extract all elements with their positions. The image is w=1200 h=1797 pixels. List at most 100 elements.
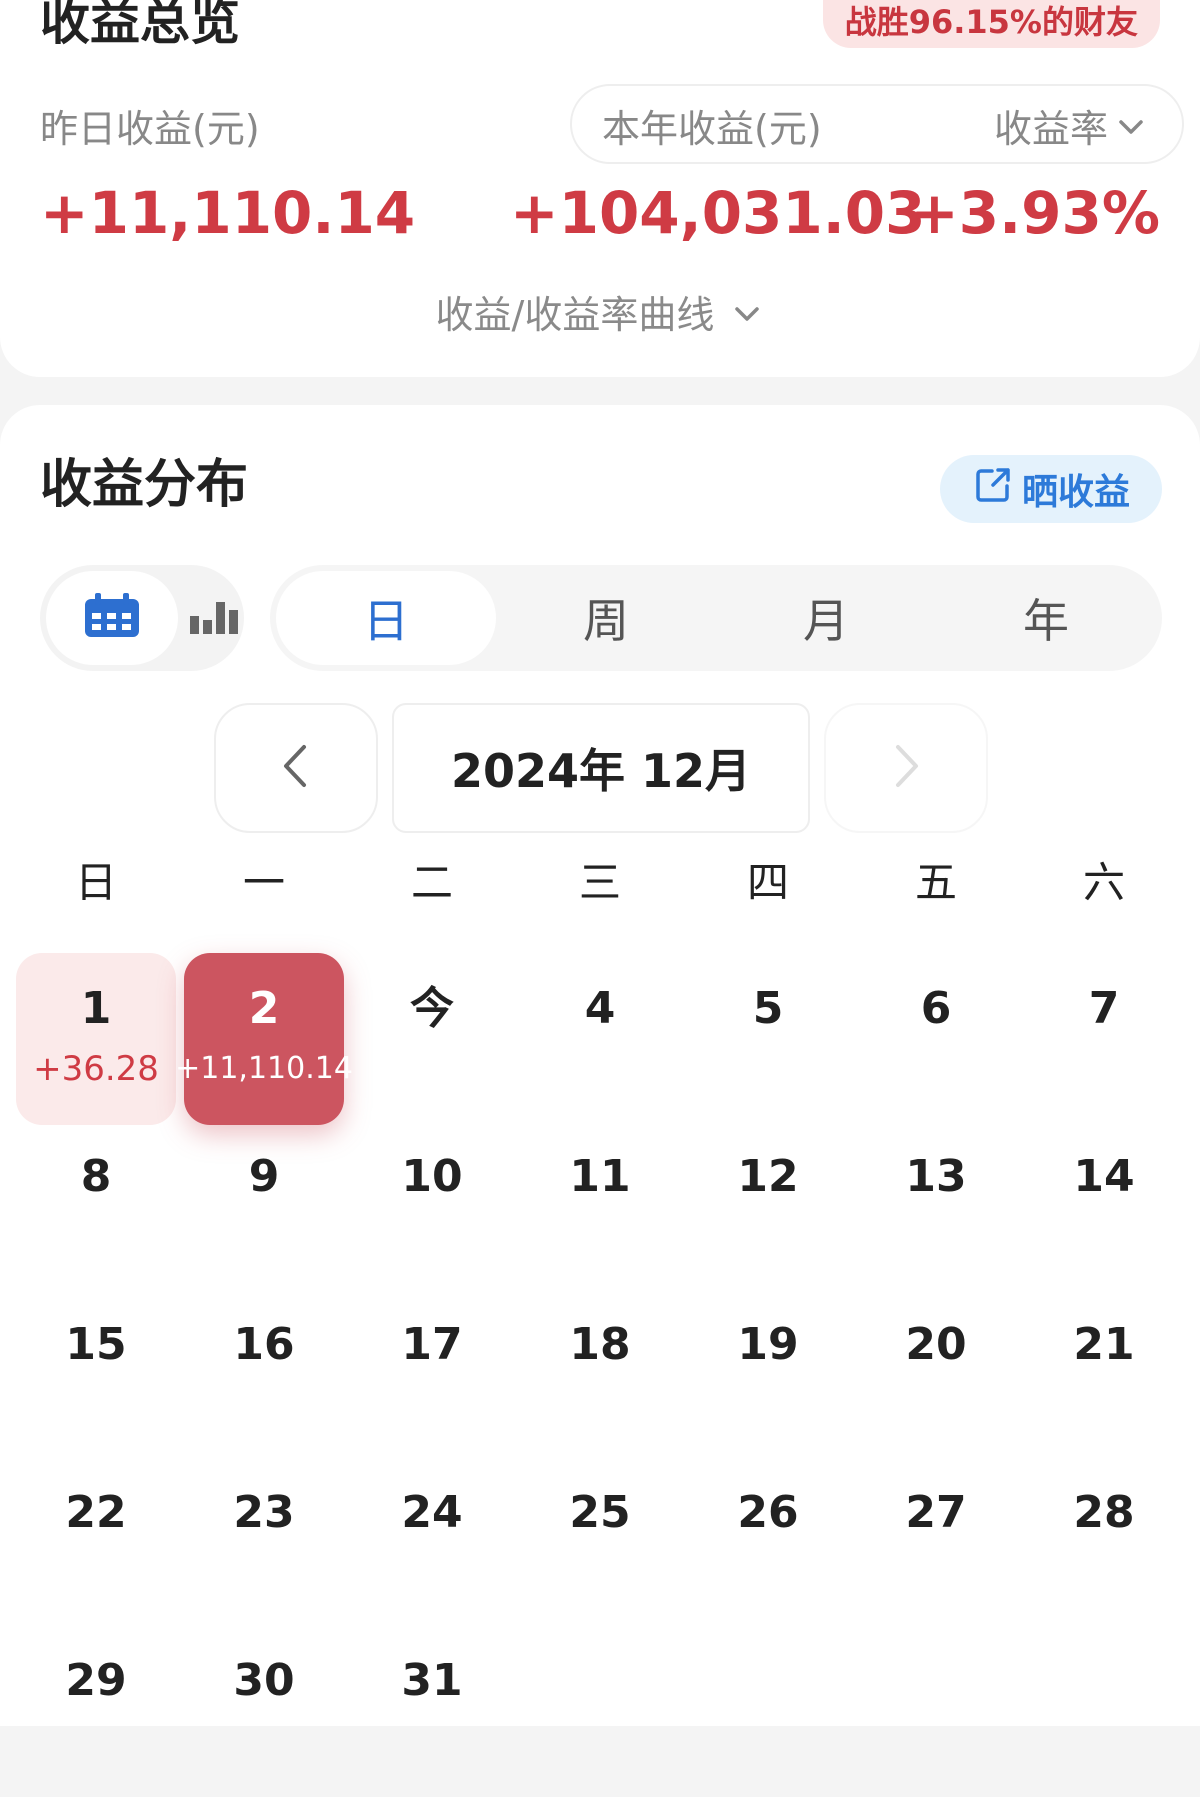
rate-label: 收益率 — [994, 107, 1109, 151]
day-number: 23 — [233, 1487, 295, 1538]
calendar-day[interactable]: 9 — [184, 1121, 344, 1293]
calendar-day[interactable]: 7 — [1024, 953, 1184, 1125]
calendar-day[interactable]: 29 — [16, 1625, 176, 1797]
view-toggle — [40, 565, 244, 671]
weekday-fri: 五 — [914, 858, 957, 907]
chart-view-button[interactable] — [190, 571, 240, 665]
calendar-day[interactable]: 13 — [856, 1121, 1016, 1293]
calendar-view-button[interactable] — [46, 571, 178, 665]
calendar-day[interactable]: 21 — [1024, 1289, 1184, 1461]
year-label: 本年收益(元) — [602, 107, 822, 151]
day-gain: +11,110.14 — [175, 1051, 353, 1086]
calendar-day[interactable]: 23 — [184, 1457, 344, 1629]
calendar-day[interactable]: 11 — [520, 1121, 680, 1293]
overview-card: 收益总览 战胜96.15%的财友 昨日收益(元) 本年收益(元) 收益率 +11… — [0, 0, 1200, 377]
day-number: 25 — [569, 1487, 631, 1538]
calendar-day[interactable]: 30 — [184, 1625, 344, 1797]
calendar-day-selected[interactable]: 2 +11,110.14 — [175, 953, 353, 1125]
overview-title: 收益总览 — [40, 0, 240, 51]
weekday-mon: 一 — [242, 858, 285, 907]
chevron-left-icon — [276, 741, 316, 795]
day-number: 19 — [737, 1319, 799, 1370]
share-label: 晒收益 — [1021, 472, 1130, 513]
calendar-day[interactable]: 27 — [856, 1457, 1016, 1629]
day-number: 8 — [80, 1151, 112, 1202]
calendar-day[interactable]: 12 — [688, 1121, 848, 1293]
day-number: 29 — [65, 1655, 127, 1706]
chevron-down-icon — [1114, 110, 1148, 148]
tab-day[interactable]: 日 — [276, 571, 496, 665]
day-number: 21 — [1073, 1319, 1135, 1370]
bar-chart-icon — [190, 598, 240, 638]
day-number: 15 — [65, 1319, 127, 1370]
day-number: 2 — [248, 983, 280, 1034]
day-number: 28 — [1073, 1487, 1135, 1538]
calendar-day[interactable]: 19 — [688, 1289, 848, 1461]
day-number: 5 — [752, 983, 784, 1034]
distribution-card: 收益分布 晒收益 日 周 月 年 2024年 12月 日 一 二 三 四 五 六… — [0, 405, 1200, 1726]
day-number: 17 — [401, 1319, 463, 1370]
day-number: 22 — [65, 1487, 127, 1538]
tab-month[interactable]: 月 — [716, 571, 936, 665]
weekday-tue: 二 — [410, 858, 453, 907]
calendar-icon — [83, 593, 141, 643]
period-tabs: 日 周 月 年 — [270, 565, 1162, 671]
day-number: 9 — [248, 1151, 280, 1202]
day-number: 24 — [401, 1487, 463, 1538]
weekday-sat: 六 — [1082, 858, 1125, 907]
calendar-day[interactable]: 5 — [688, 953, 848, 1125]
weekday-sun: 日 — [74, 858, 117, 907]
calendar-day[interactable]: 15 — [16, 1289, 176, 1461]
day-number: 12 — [737, 1151, 799, 1202]
curve-link-label: 收益/收益率曲线 — [435, 293, 715, 337]
calendar-day[interactable]: 25 — [520, 1457, 680, 1629]
day-number: 26 — [737, 1487, 799, 1538]
day-number: 13 — [905, 1151, 967, 1202]
day-number: 27 — [905, 1487, 967, 1538]
calendar-day[interactable]: 24 — [352, 1457, 512, 1629]
calendar-day[interactable]: 6 — [856, 953, 1016, 1125]
calendar-day[interactable]: 20 — [856, 1289, 1016, 1461]
calendar-day[interactable]: 1 +36.28 — [16, 953, 176, 1125]
day-number: 18 — [569, 1319, 631, 1370]
next-month-button[interactable] — [824, 703, 988, 833]
calendar-day[interactable]: 今 — [352, 953, 512, 1125]
beat-badge: 战胜96.15%的财友 — [822, 0, 1160, 48]
day-number: 30 — [233, 1655, 295, 1706]
year-value: +104,031.03 — [510, 179, 926, 247]
distribution-title: 收益分布 — [40, 455, 249, 515]
day-number: 11 — [569, 1151, 631, 1202]
calendar-day[interactable]: 4 — [520, 953, 680, 1125]
yesterday-label: 昨日收益(元) — [40, 107, 260, 151]
month-label[interactable]: 2024年 12月 — [392, 703, 810, 833]
calendar-day[interactable]: 8 — [16, 1121, 176, 1293]
day-number: 20 — [905, 1319, 967, 1370]
tab-week[interactable]: 周 — [496, 571, 716, 665]
chevron-right-icon — [886, 741, 926, 795]
yesterday-value: +11,110.14 — [40, 179, 416, 247]
calendar-day[interactable]: 28 — [1024, 1457, 1184, 1629]
day-number: 16 — [233, 1319, 295, 1370]
day-number: 4 — [584, 983, 616, 1034]
calendar-day[interactable]: 17 — [352, 1289, 512, 1461]
rate-value: +3.93% — [910, 179, 1160, 247]
share-button[interactable]: 晒收益 — [940, 455, 1162, 523]
tab-year[interactable]: 年 — [936, 571, 1156, 665]
calendar-day[interactable]: 26 — [688, 1457, 848, 1629]
calendar-day[interactable]: 22 — [16, 1457, 176, 1629]
calendar-day[interactable]: 16 — [184, 1289, 344, 1461]
prev-month-button[interactable] — [214, 703, 378, 833]
curve-toggle[interactable]: 收益/收益率曲线 — [0, 290, 1200, 343]
calendar-day[interactable]: 10 — [352, 1121, 512, 1293]
chevron-down-icon — [730, 293, 764, 343]
weekday-thu: 四 — [746, 858, 789, 907]
day-number: 31 — [401, 1655, 463, 1706]
day-number: 14 — [1073, 1151, 1135, 1202]
rate-dropdown[interactable]: 收益率 — [994, 104, 1148, 154]
day-number: 7 — [1088, 983, 1120, 1034]
calendar-day[interactable]: 18 — [520, 1289, 680, 1461]
weekday-wed: 三 — [578, 858, 621, 907]
calendar-day[interactable]: 31 — [352, 1625, 512, 1797]
calendar-day[interactable]: 14 — [1024, 1121, 1184, 1293]
day-gain: +36.28 — [33, 1049, 159, 1089]
